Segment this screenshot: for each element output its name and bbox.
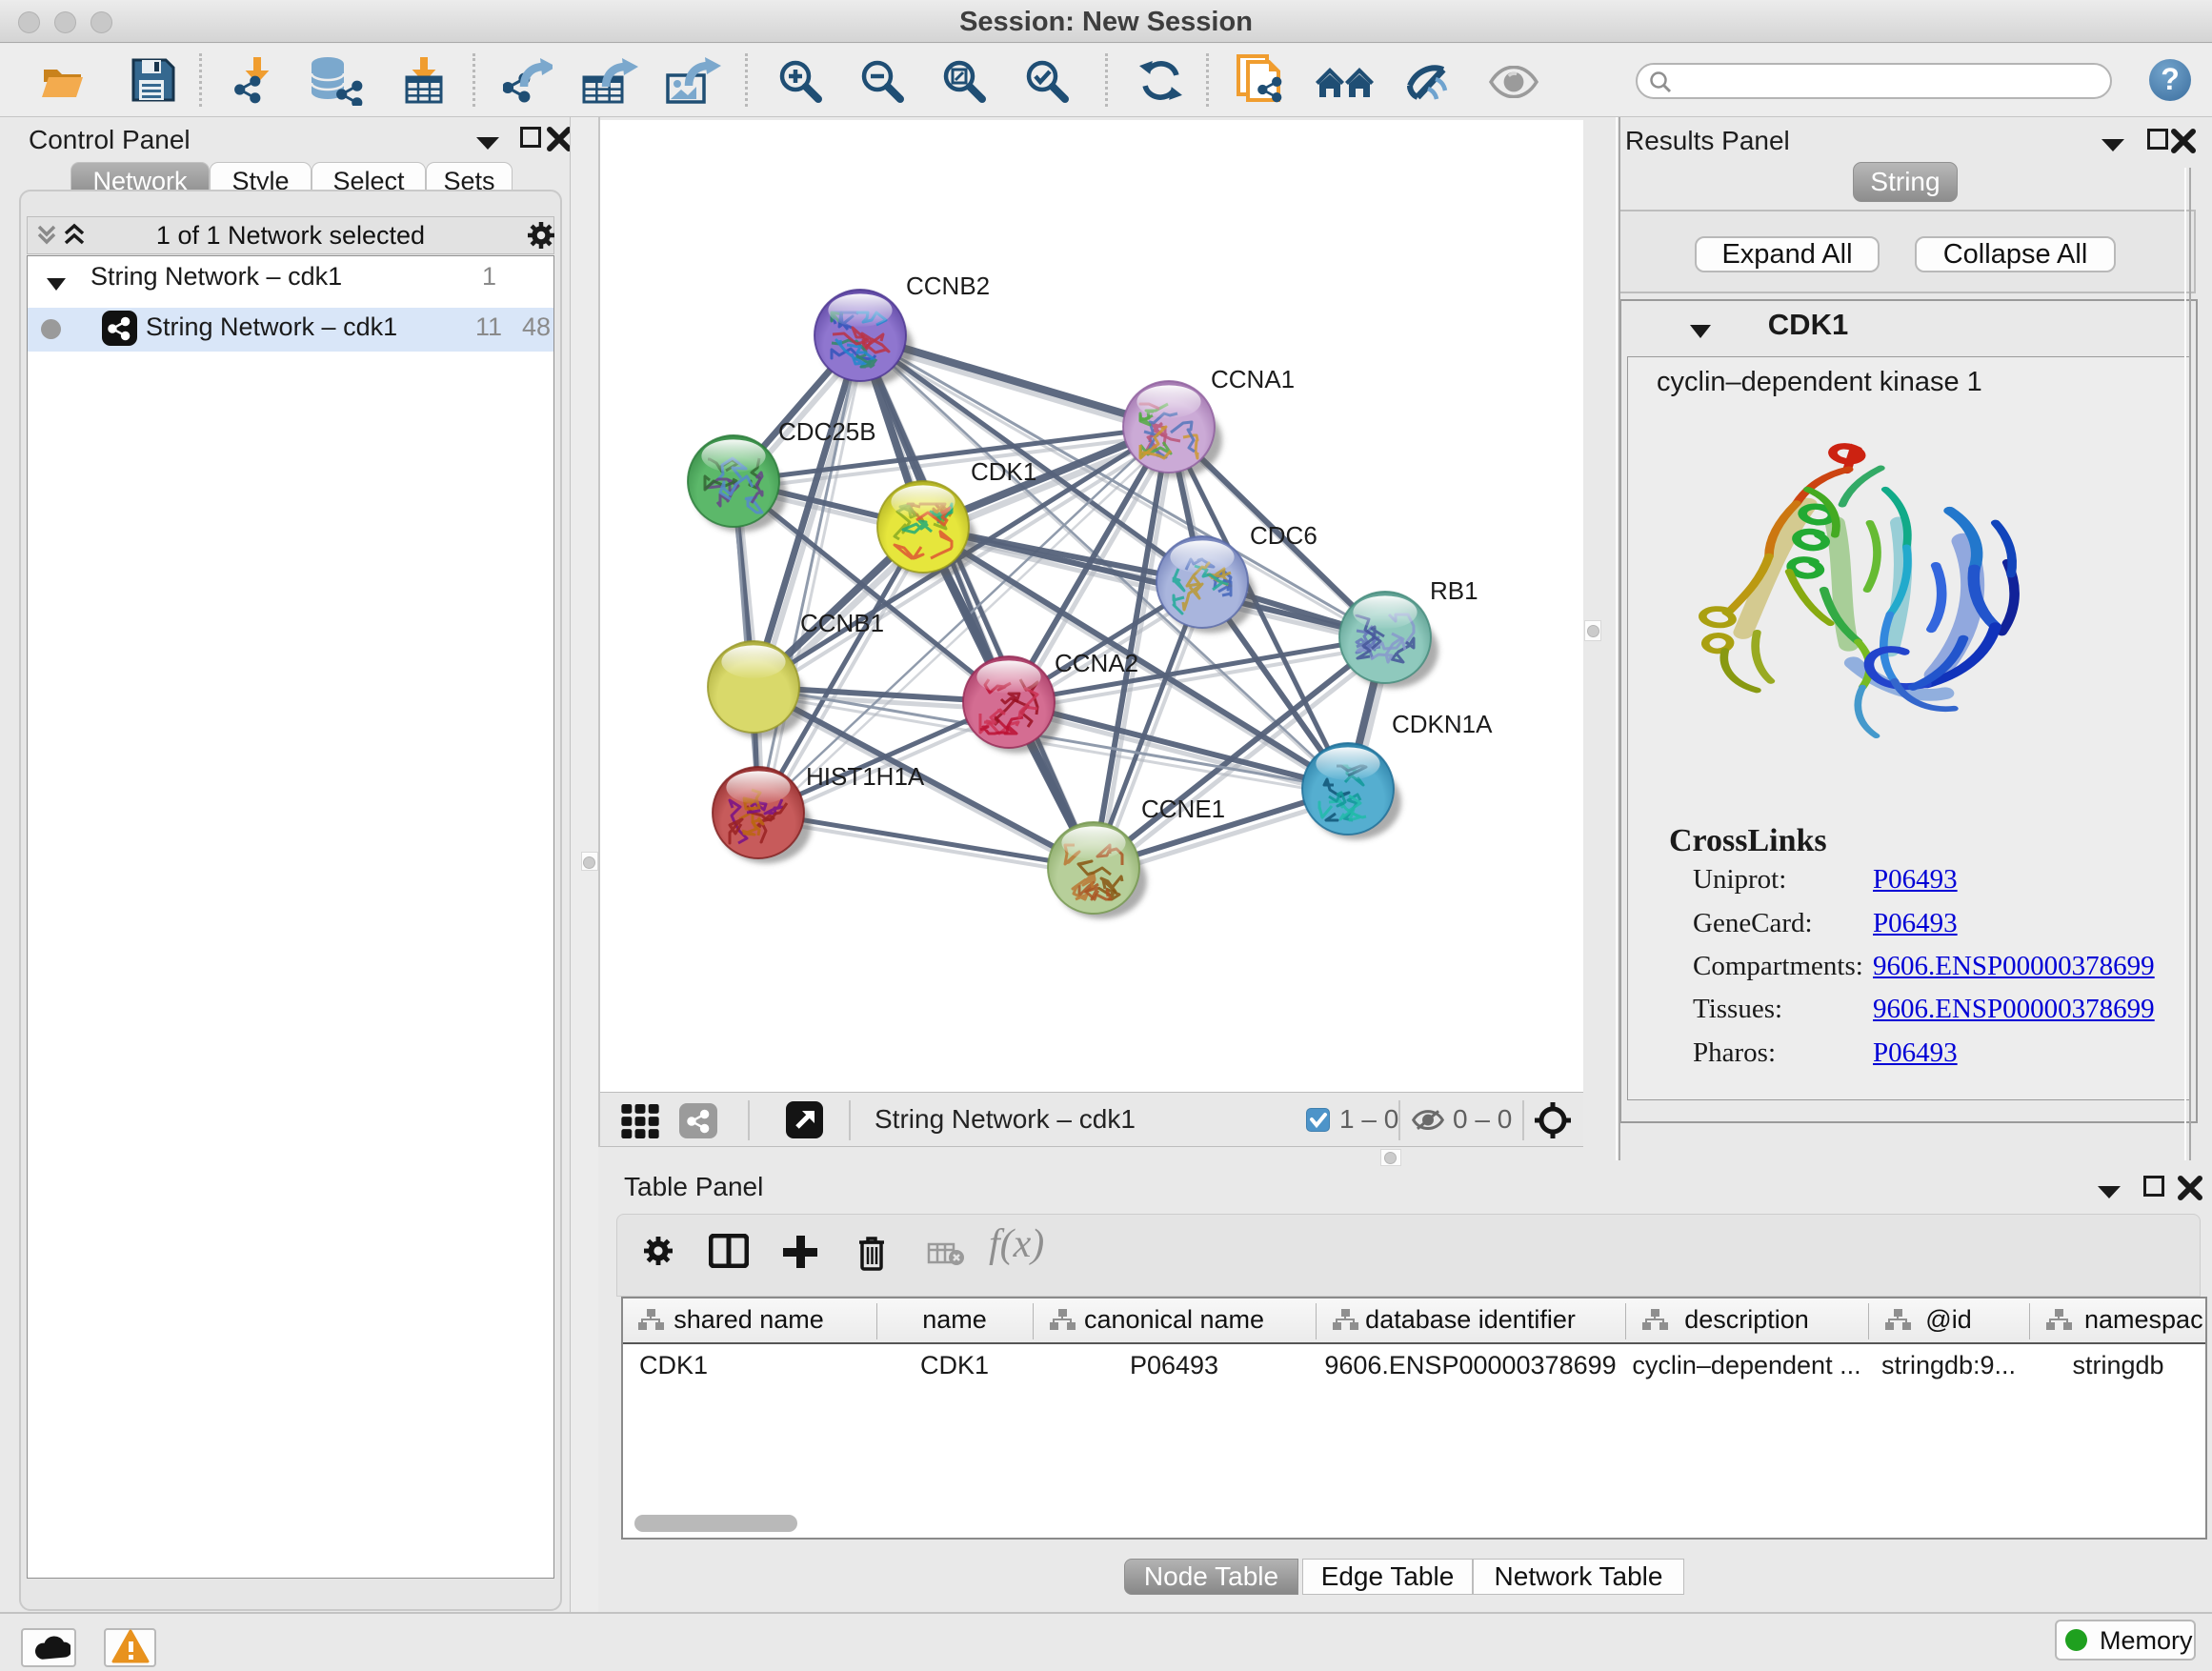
svg-text:CDKN1A: CDKN1A [1392,710,1493,738]
svg-text:CDC25B: CDC25B [778,417,876,446]
svg-text:CCNB1: CCNB1 [800,609,884,637]
svg-text:CCNA2: CCNA2 [1055,649,1138,677]
svg-text:RB1: RB1 [1430,576,1478,605]
svg-text:?: ? [2161,62,2180,96]
svg-text:HIST1H1A: HIST1H1A [806,762,925,791]
svg-text:CCNE1: CCNE1 [1141,795,1225,823]
svg-text:CDC6: CDC6 [1250,521,1317,550]
svg-text:CCNA1: CCNA1 [1211,365,1295,393]
svg-text:CDK1: CDK1 [971,457,1036,486]
svg-text:CCNB2: CCNB2 [906,272,990,300]
